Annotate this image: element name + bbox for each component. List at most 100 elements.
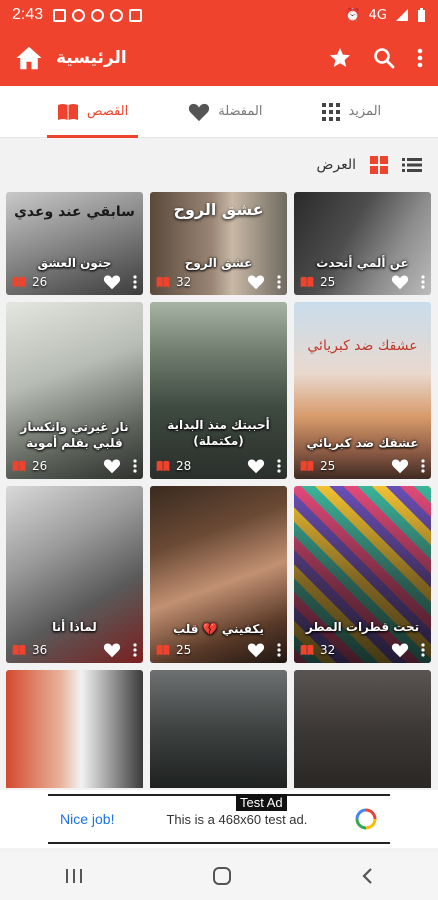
grid-view-icon[interactable] — [370, 156, 388, 174]
more-vert-icon[interactable] — [133, 275, 137, 289]
stories-grid: سابقي عند وعدي جنون العشق 26 عشق الروح ع… — [6, 192, 434, 788]
chapter-count: 25 — [176, 643, 192, 657]
more-vert-icon[interactable] — [277, 275, 281, 289]
story-card[interactable]: نار غيرتي وانكسار قلبي بقلم أموية 26 — [6, 302, 143, 479]
story-card[interactable]: عن ألمي أتحدث 25 — [294, 192, 431, 295]
ad-content[interactable]: Test Ad Nice job! This is a 468x60 test … — [48, 794, 390, 844]
more-vert-icon[interactable] — [133, 643, 137, 657]
heart-icon[interactable] — [391, 274, 409, 290]
home-button-icon[interactable] — [212, 866, 232, 886]
story-title: لماذا أنا — [52, 619, 97, 634]
list-view-icon[interactable] — [402, 157, 422, 173]
more-vert-icon[interactable] — [277, 459, 281, 473]
story-card[interactable]: عشق الروح عشق الروح 32 — [150, 192, 287, 295]
q-icon — [91, 8, 105, 22]
story-title: يكفيني 💔 قلب — [173, 621, 264, 636]
more-vert-icon[interactable] — [421, 459, 425, 473]
status-right: ⏰ 4G — [344, 7, 426, 23]
ad-tag: Test Ad — [236, 794, 287, 811]
story-card[interactable]: يكفيني 💔 قلب 25 — [150, 486, 287, 663]
story-title: عشقك ضد كبريائي — [306, 435, 419, 450]
book-icon — [12, 460, 26, 472]
recent-apps-icon[interactable] — [64, 868, 84, 884]
story-card[interactable]: أحببتك منذ البداية (مكتملة) 28 — [150, 302, 287, 479]
story-card[interactable] — [6, 670, 143, 788]
story-card[interactable] — [294, 670, 431, 788]
heart-icon[interactable] — [391, 642, 409, 658]
cover-text: عشق الروح — [173, 200, 264, 219]
book-icon — [57, 103, 78, 120]
chapter-count: 36 — [32, 643, 48, 657]
heart-icon[interactable] — [247, 642, 265, 658]
home-icon[interactable] — [14, 43, 44, 73]
ad-message: This is a 468x60 test ad. — [166, 811, 308, 827]
story-cover — [6, 670, 143, 788]
chapter-count: 26 — [32, 275, 48, 289]
story-cover — [294, 670, 431, 788]
story-meta: 26 — [6, 453, 143, 479]
more-vert-icon[interactable] — [421, 275, 425, 289]
battery-icon — [418, 7, 425, 22]
heart-icon — [189, 103, 210, 121]
heart-icon[interactable] — [391, 458, 409, 474]
story-card[interactable] — [150, 670, 287, 788]
app-bar: الرئيسية — [0, 30, 438, 86]
story-meta: 32 — [150, 269, 287, 295]
chapter-count: 26 — [32, 459, 48, 473]
back-icon[interactable] — [360, 867, 374, 885]
story-meta: 36 — [6, 637, 143, 663]
cover-text: عشقك ضد كبريائي — [307, 338, 418, 354]
apps-grid-icon — [322, 102, 341, 121]
more-vert-icon[interactable] — [421, 643, 425, 657]
story-meta: 32 — [294, 637, 431, 663]
story-title: نار غيرتي وانكسار قلبي بقلم أموية — [20, 419, 129, 450]
tab-stories-label: القصص — [86, 104, 129, 119]
story-card[interactable]: تحت قطرات المطر 32 — [294, 486, 431, 663]
bag-icon — [53, 8, 67, 22]
book-icon — [156, 644, 170, 656]
alarm-icon: ⏰ — [344, 7, 361, 23]
tab-stories[interactable]: القصص — [46, 86, 139, 138]
story-title: أحببتك منذ البداية (مكتملة) — [167, 417, 270, 448]
heart-icon[interactable] — [103, 642, 121, 658]
tab-more-label: المزيد — [348, 104, 382, 119]
ad-banner[interactable]: Test Ad Nice job! This is a 468x60 test … — [0, 790, 438, 848]
signal-icon — [396, 9, 408, 21]
tab-bar: القصص المفضلة المزيد — [0, 86, 438, 138]
more-vert-icon[interactable] — [416, 46, 424, 70]
search-icon[interactable] — [372, 46, 396, 70]
book-icon — [156, 460, 170, 472]
tab-more[interactable]: المزيد — [312, 86, 391, 138]
heart-icon[interactable] — [103, 458, 121, 474]
book-icon — [12, 644, 26, 656]
star-icon[interactable] — [328, 46, 352, 70]
story-card[interactable]: لماذا أنا 36 — [6, 486, 143, 663]
story-cover — [150, 670, 287, 788]
more-vert-icon[interactable] — [133, 459, 137, 473]
page-title: الرئيسية — [56, 48, 127, 68]
book-icon — [300, 276, 314, 288]
heart-icon[interactable] — [103, 274, 121, 290]
chapter-count: 25 — [320, 459, 336, 473]
book-icon — [156, 276, 170, 288]
story-meta: 26 — [6, 269, 143, 295]
story-card[interactable]: سابقي عند وعدي جنون العشق 26 — [6, 192, 143, 295]
heart-icon[interactable] — [247, 458, 265, 474]
chapter-count: 28 — [176, 459, 192, 473]
story-meta: 25 — [150, 637, 287, 663]
image-icon — [129, 8, 143, 22]
ad-cta[interactable]: Nice job! — [60, 811, 114, 827]
top-bar: 2:43 ⏰ 4G الرئيسية — [0, 0, 438, 86]
book-icon — [300, 644, 314, 656]
more-vert-icon[interactable] — [277, 643, 281, 657]
status-time: 2:43 — [12, 6, 44, 23]
story-meta: 28 — [150, 453, 287, 479]
tab-favorites[interactable]: المفضلة — [178, 86, 272, 138]
system-nav-bar — [0, 852, 438, 900]
cover-text: سابقي عند وعدي — [14, 204, 135, 220]
story-card[interactable]: عشقك ضد كبريائي عشقك ضد كبريائي 25 — [294, 302, 431, 479]
heart-icon[interactable] — [247, 274, 265, 290]
notification-icons — [53, 8, 143, 22]
view-toggle-row: العرض — [0, 148, 438, 182]
story-meta: 25 — [294, 269, 431, 295]
